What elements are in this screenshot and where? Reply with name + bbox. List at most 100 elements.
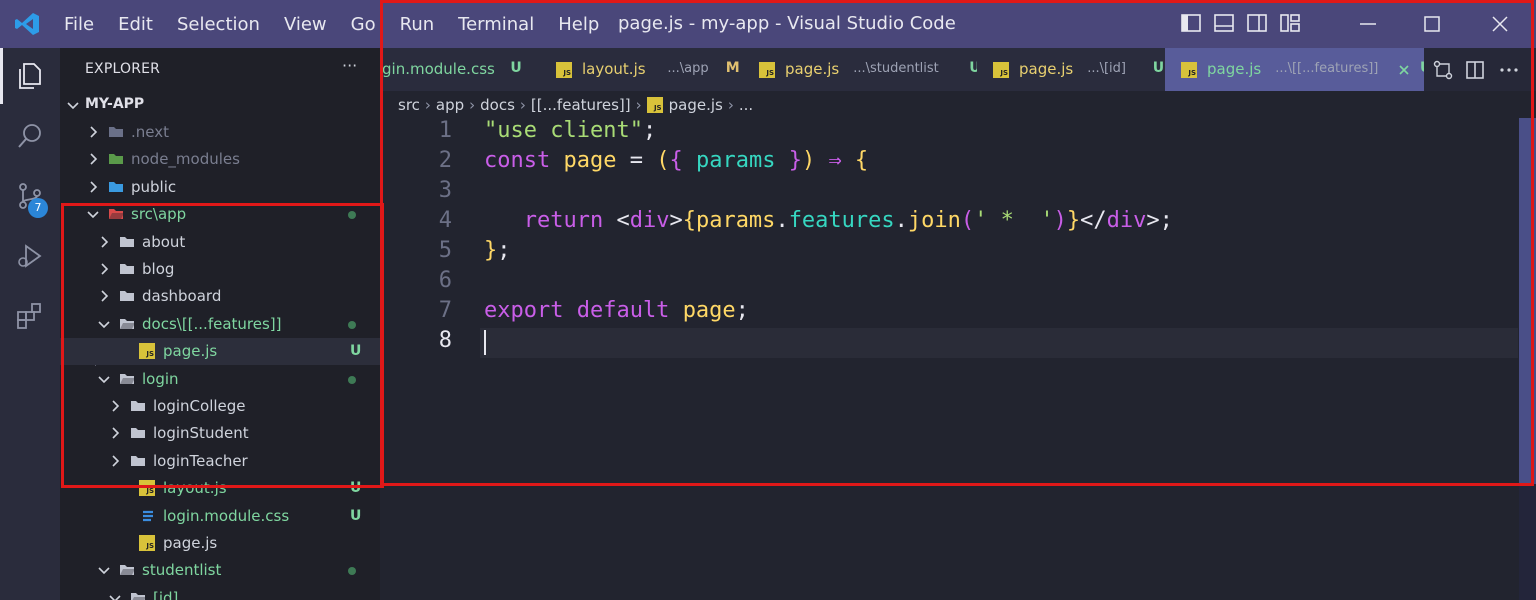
git-status-dot (348, 375, 356, 384)
js-file-icon: JS (139, 535, 155, 551)
more-actions-icon[interactable]: ··· (342, 56, 357, 75)
tree-item-label: .next (131, 123, 169, 141)
toggle-primary-sidebar-icon[interactable] (1180, 12, 1202, 34)
tree-item[interactable]: JS layout.js U (60, 475, 380, 502)
files-icon[interactable] (14, 60, 46, 92)
workspace-root-label: MY-APP (85, 96, 145, 112)
search-icon[interactable] (14, 120, 46, 152)
breadcrumb-app[interactable]: app (436, 96, 464, 114)
editor-tab[interactable]: gin.module.css U (380, 48, 541, 91)
editor-tab[interactable]: JS page.js ...\studentlist U (743, 48, 981, 91)
tree-item[interactable]: JS page.js (60, 530, 380, 557)
tree-item[interactable]: docs\[[...features]] (60, 311, 380, 338)
folder-icon (120, 291, 134, 302)
tree-item[interactable]: loginStudent (60, 420, 380, 447)
tree-item[interactable]: blog (60, 256, 380, 283)
breadcrumb-src[interactable]: src (398, 96, 420, 114)
breadcrumb-symbols[interactable]: ... (739, 96, 753, 114)
tab-git-status: M (725, 60, 740, 76)
editor-tab[interactable]: JSpage.js...\[[...features]]U (1165, 48, 1431, 91)
code-token: div (629, 208, 670, 233)
breadcrumb-docs[interactable]: docs (480, 96, 515, 114)
customize-layout-icon[interactable] (1279, 12, 1301, 34)
breadcrumb: src › app › docs › [[...features]] › JS page… (398, 94, 753, 116)
chevron-right-icon (101, 290, 109, 302)
tab-filename: page.js (1207, 60, 1262, 78)
breadcrumb-file[interactable]: page.js (669, 96, 723, 114)
tree-item[interactable]: studentlist (60, 557, 380, 584)
breadcrumb-features[interactable]: [[...features]] (531, 96, 631, 114)
tree-item-label: node_modules (131, 150, 240, 169)
tree-item[interactable]: JS page.js U (60, 338, 380, 366)
tree-item[interactable]: [id] (60, 585, 380, 600)
tab-directory: ...\[[...features]] (1275, 61, 1379, 76)
menu-file[interactable]: File (64, 14, 94, 35)
close-tab-icon[interactable] (1397, 63, 1411, 77)
tree-item[interactable]: loginCollege (60, 393, 380, 420)
tree-item[interactable]: loginTeacher (60, 448, 380, 475)
menu-go[interactable]: Go (351, 14, 376, 35)
tree-item[interactable]: login.module.css U (60, 503, 380, 530)
code-line: 5}; (380, 238, 1516, 268)
toggle-panel-icon[interactable] (1213, 12, 1235, 34)
code-token: ; (735, 298, 749, 323)
code-token: } (1066, 208, 1081, 233)
code-line: 1 "use client"; (380, 118, 1516, 148)
chevron-right-icon (112, 427, 120, 439)
maximize-icon[interactable] (1420, 12, 1444, 36)
code-token: page (682, 298, 736, 323)
toggle-secondary-sidebar-icon[interactable] (1246, 12, 1268, 34)
tree-item[interactable]: dashboard (60, 283, 380, 310)
git-status-dot (348, 567, 356, 576)
menu-terminal[interactable]: Terminal (458, 14, 534, 35)
scm-count-badge: 7 (28, 198, 48, 218)
layout-controls (1180, 12, 1312, 34)
tree-item[interactable]: about (60, 229, 380, 256)
tree-item[interactable]: login (60, 366, 380, 393)
folder-icon (120, 318, 135, 329)
tree-item[interactable]: src\app (60, 201, 380, 228)
close-window-icon[interactable] (1488, 12, 1512, 36)
menu-help[interactable]: Help (558, 14, 599, 35)
code-editor[interactable]: 1 "use client"; 2 const page = ({ params })… (380, 118, 1536, 600)
compare-changes-icon[interactable] (1432, 59, 1454, 81)
tree-item[interactable]: public (60, 174, 380, 201)
tree-item[interactable]: node_modules (60, 146, 380, 173)
code-text: }; (484, 238, 511, 263)
editor-tab[interactable]: JS layout.js ...\app M (540, 48, 744, 91)
tree-item-label: loginTeacher (153, 451, 248, 470)
line-number: 2 (438, 148, 452, 173)
folder-icon (120, 373, 135, 384)
tab-git-status: U (1152, 60, 1165, 76)
chevron-right-icon: › (519, 96, 526, 114)
menu-run[interactable]: Run (400, 14, 435, 35)
code-token: ⇒ (828, 148, 842, 173)
code-token: export default (484, 298, 683, 323)
css-file-icon (143, 510, 153, 521)
scrollbar-thumb[interactable] (1519, 118, 1536, 484)
editor-tab[interactable]: JS page.js ...\[id] U (977, 48, 1166, 91)
menu-selection[interactable]: Selection (177, 14, 260, 35)
code-token: ( (656, 148, 670, 173)
chevron-right-icon (101, 263, 109, 275)
menu-edit[interactable]: Edit (118, 14, 153, 35)
tree-item-label: docs\[[...features]] (142, 314, 282, 333)
more-actions-icon[interactable] (1498, 59, 1520, 81)
run-debug-icon[interactable] (14, 240, 46, 272)
chevron-down-icon (67, 102, 79, 110)
tree-item[interactable]: .next (60, 119, 380, 146)
chevron-right-icon (90, 126, 98, 138)
menu-view[interactable]: View (284, 14, 327, 35)
git-status-badge: U (350, 480, 362, 497)
line-number: 7 (438, 298, 452, 323)
chevron-down-icon (98, 321, 110, 328)
editor-scrollbar[interactable] (1519, 118, 1536, 600)
workspace-root[interactable]: MY-APP (60, 92, 380, 119)
minimize-icon[interactable] (1356, 12, 1380, 36)
code-token: } (484, 238, 498, 263)
code-text: "use client"; (484, 118, 656, 143)
split-editor-icon[interactable] (1464, 59, 1486, 81)
folder-icon (120, 236, 134, 247)
chevron-down-icon (109, 595, 121, 600)
extensions-icon[interactable] (14, 300, 46, 332)
